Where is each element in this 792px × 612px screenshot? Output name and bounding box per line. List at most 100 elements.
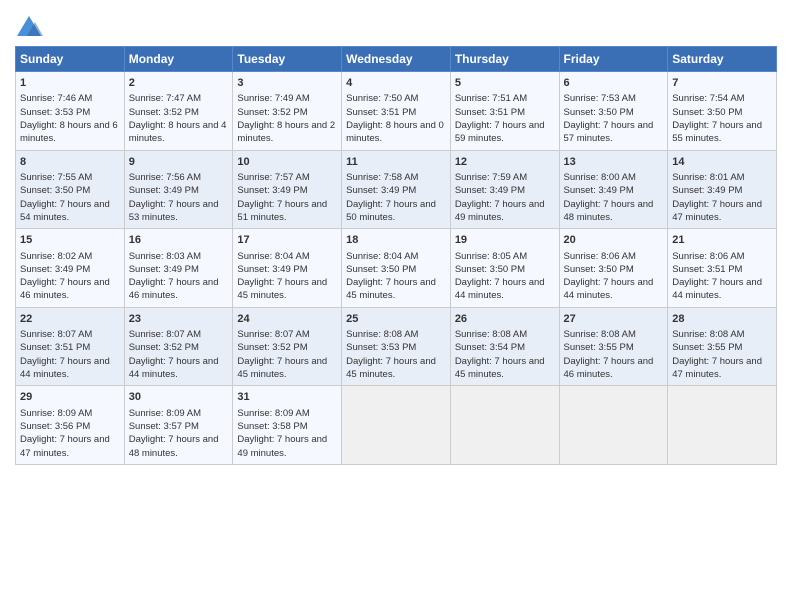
day-header-sunday: Sunday	[16, 47, 125, 72]
calendar-cell: 29Sunrise: 8:09 AMSunset: 3:56 PMDayligh…	[16, 386, 125, 465]
daylight: Daylight: 7 hours and 47 minutes.	[672, 356, 762, 380]
sunrise: Sunrise: 8:07 AM	[237, 329, 309, 340]
sunrise: Sunrise: 8:02 AM	[20, 251, 92, 262]
calendar-cell	[559, 386, 668, 465]
sunset: Sunset: 3:57 PM	[129, 421, 199, 432]
daylight: Daylight: 7 hours and 50 minutes.	[346, 199, 436, 223]
calendar-cell: 7Sunrise: 7:54 AMSunset: 3:50 PMDaylight…	[668, 72, 777, 151]
daylight: Daylight: 7 hours and 44 minutes.	[20, 356, 110, 380]
calendar-cell: 5Sunrise: 7:51 AMSunset: 3:51 PMDaylight…	[450, 72, 559, 151]
daylight: Daylight: 7 hours and 44 minutes.	[455, 277, 545, 301]
sunset: Sunset: 3:50 PM	[20, 185, 90, 196]
sunset: Sunset: 3:50 PM	[455, 264, 525, 275]
day-number: 11	[346, 155, 446, 170]
sunrise: Sunrise: 8:04 AM	[237, 251, 309, 262]
sunset: Sunset: 3:52 PM	[237, 107, 307, 118]
sunset: Sunset: 3:50 PM	[346, 264, 416, 275]
day-number: 27	[564, 312, 664, 327]
logo-icon	[15, 14, 43, 42]
day-number: 24	[237, 312, 337, 327]
day-number: 9	[129, 155, 229, 170]
sunrise: Sunrise: 8:06 AM	[564, 251, 636, 262]
sunrise: Sunrise: 7:53 AM	[564, 93, 636, 104]
day-number: 3	[237, 76, 337, 91]
day-header-saturday: Saturday	[668, 47, 777, 72]
daylight: Daylight: 7 hours and 46 minutes.	[20, 277, 110, 301]
sunrise: Sunrise: 8:09 AM	[20, 408, 92, 419]
calendar-cell	[668, 386, 777, 465]
logo	[15, 14, 47, 42]
daylight: Daylight: 7 hours and 49 minutes.	[237, 434, 327, 458]
daylight: Daylight: 8 hours and 2 minutes.	[237, 120, 335, 144]
day-number: 2	[129, 76, 229, 91]
daylight: Daylight: 7 hours and 55 minutes.	[672, 120, 762, 144]
day-number: 19	[455, 233, 555, 248]
daylight: Daylight: 7 hours and 53 minutes.	[129, 199, 219, 223]
daylight: Daylight: 7 hours and 54 minutes.	[20, 199, 110, 223]
week-row-1: 1Sunrise: 7:46 AMSunset: 3:53 PMDaylight…	[16, 72, 777, 151]
day-number: 30	[129, 390, 229, 405]
sunrise: Sunrise: 8:08 AM	[346, 329, 418, 340]
sunset: Sunset: 3:49 PM	[237, 264, 307, 275]
day-header-tuesday: Tuesday	[233, 47, 342, 72]
calendar-cell: 1Sunrise: 7:46 AMSunset: 3:53 PMDaylight…	[16, 72, 125, 151]
day-number: 4	[346, 76, 446, 91]
daylight: Daylight: 8 hours and 4 minutes.	[129, 120, 227, 144]
sunrise: Sunrise: 8:08 AM	[455, 329, 527, 340]
day-number: 22	[20, 312, 120, 327]
day-number: 23	[129, 312, 229, 327]
sunset: Sunset: 3:51 PM	[672, 264, 742, 275]
sunrise: Sunrise: 8:00 AM	[564, 172, 636, 183]
sunrise: Sunrise: 7:49 AM	[237, 93, 309, 104]
week-row-5: 29Sunrise: 8:09 AMSunset: 3:56 PMDayligh…	[16, 386, 777, 465]
daylight: Daylight: 7 hours and 47 minutes.	[672, 199, 762, 223]
sunset: Sunset: 3:58 PM	[237, 421, 307, 432]
daylight: Daylight: 7 hours and 46 minutes.	[129, 277, 219, 301]
calendar-cell: 30 Sunrise: 8:09 AM Sunset: 3:57 PM Dayligh…	[124, 386, 233, 465]
sunrise: Sunrise: 8:08 AM	[564, 329, 636, 340]
daylight: Daylight: 7 hours and 44 minutes.	[564, 277, 654, 301]
sunset: Sunset: 3:53 PM	[346, 342, 416, 353]
sunrise: Sunrise: 7:46 AM	[20, 93, 92, 104]
daylight: Daylight: 7 hours and 48 minutes.	[129, 434, 219, 458]
sunset: Sunset: 3:51 PM	[455, 107, 525, 118]
day-header-friday: Friday	[559, 47, 668, 72]
sunrise: Sunrise: 7:57 AM	[237, 172, 309, 183]
daylight: Daylight: 7 hours and 57 minutes.	[564, 120, 654, 144]
day-number: 31	[237, 390, 337, 405]
day-number: 5	[455, 76, 555, 91]
day-number: 29	[20, 390, 120, 405]
daylight: Daylight: 7 hours and 45 minutes.	[346, 356, 436, 380]
day-number: 18	[346, 233, 446, 248]
sunset: Sunset: 3:52 PM	[237, 342, 307, 353]
calendar-cell: 15Sunrise: 8:02 AMSunset: 3:49 PMDayligh…	[16, 229, 125, 308]
calendar-cell: 10Sunrise: 7:57 AMSunset: 3:49 PMDayligh…	[233, 150, 342, 229]
day-number: 21	[672, 233, 772, 248]
daylight: Daylight: 7 hours and 48 minutes.	[564, 199, 654, 223]
sunrise: Sunrise: 8:09 AM	[129, 408, 201, 419]
day-header-thursday: Thursday	[450, 47, 559, 72]
sunrise: Sunrise: 7:47 AM	[129, 93, 201, 104]
calendar-cell: 14Sunrise: 8:01 AMSunset: 3:49 PMDayligh…	[668, 150, 777, 229]
calendar-cell: 9Sunrise: 7:56 AMSunset: 3:49 PMDaylight…	[124, 150, 233, 229]
calendar-cell: 16Sunrise: 8:03 AMSunset: 3:49 PMDayligh…	[124, 229, 233, 308]
day-number: 14	[672, 155, 772, 170]
sunrise: Sunrise: 7:58 AM	[346, 172, 418, 183]
sunrise: Sunrise: 7:50 AM	[346, 93, 418, 104]
calendar-cell: 23Sunrise: 8:07 AMSunset: 3:52 PMDayligh…	[124, 307, 233, 386]
daylight: Daylight: 7 hours and 49 minutes.	[455, 199, 545, 223]
sunset: Sunset: 3:49 PM	[346, 185, 416, 196]
day-number: 17	[237, 233, 337, 248]
header-row: SundayMondayTuesdayWednesdayThursdayFrid…	[16, 47, 777, 72]
day-number: 7	[672, 76, 772, 91]
week-row-4: 22Sunrise: 8:07 AMSunset: 3:51 PMDayligh…	[16, 307, 777, 386]
day-number: 16	[129, 233, 229, 248]
calendar-cell: 3 Sunrise: 7:49 AM Sunset: 3:52 PM Daylight…	[233, 72, 342, 151]
calendar-cell: 13Sunrise: 8:00 AMSunset: 3:49 PMDayligh…	[559, 150, 668, 229]
calendar-cell: 25Sunrise: 8:08 AMSunset: 3:53 PMDayligh…	[342, 307, 451, 386]
sunrise: Sunrise: 7:56 AM	[129, 172, 201, 183]
sunset: Sunset: 3:50 PM	[564, 107, 634, 118]
sunrise: Sunrise: 8:01 AM	[672, 172, 744, 183]
day-number: 10	[237, 155, 337, 170]
daylight: Daylight: 7 hours and 47 minutes.	[20, 434, 110, 458]
